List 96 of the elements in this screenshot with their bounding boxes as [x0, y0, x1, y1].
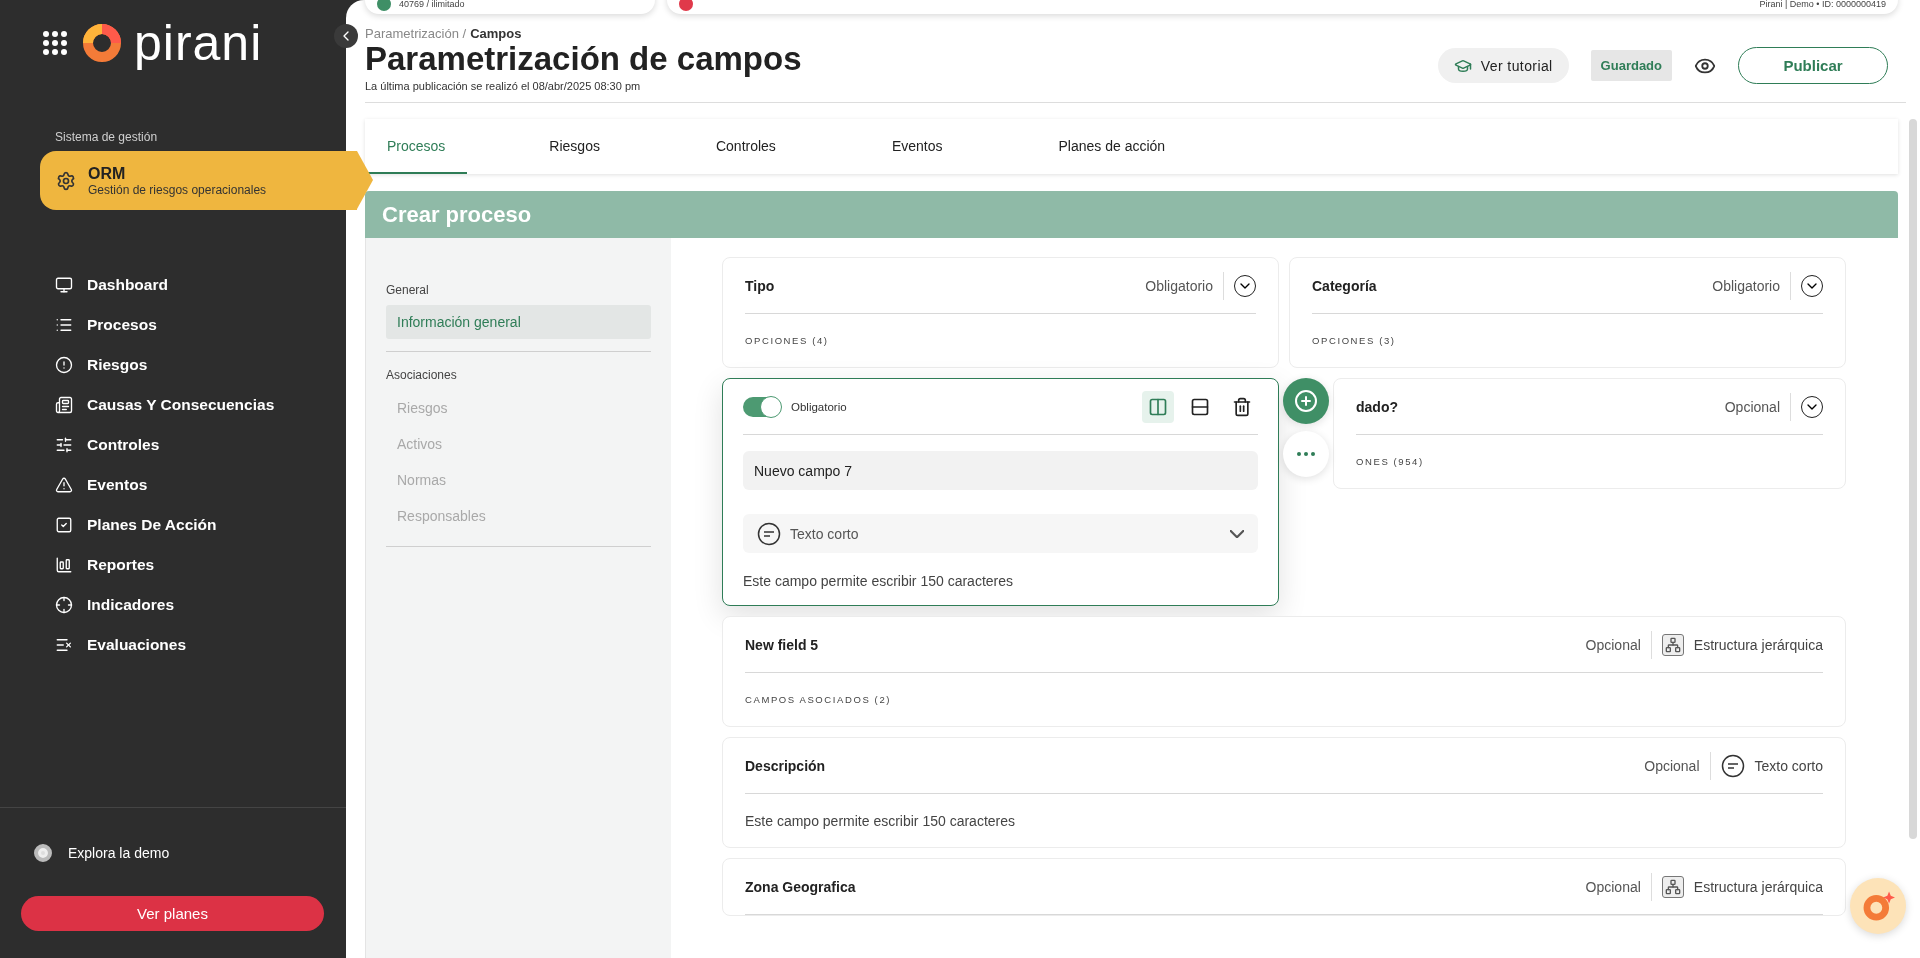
breadcrumb-current: Campos: [470, 26, 522, 41]
trash-icon: [1232, 396, 1252, 417]
section-title: Crear proceso: [365, 191, 1898, 239]
sidebar-item[interactable]: Eventos: [55, 465, 346, 505]
field-card[interactable]: Descripción Opcional Texto corto Este campo permite escribir 150 caracteres: [722, 737, 1846, 849]
saved-status: Guardado: [1590, 50, 1672, 82]
status-dot: [377, 0, 391, 11]
sidebar-item[interactable]: Indicadores: [55, 585, 346, 625]
toggle-label: Obligatorio: [791, 400, 847, 413]
field-name: Tipo: [745, 277, 775, 294]
hierarchy-icon: [1661, 875, 1684, 898]
monitor-icon: [55, 276, 73, 294]
add-icon: [1294, 389, 1318, 414]
requirement-label: Opcional: [1585, 630, 1652, 659]
required-toggle[interactable]: [743, 396, 781, 417]
field-name: New field 5: [745, 636, 819, 653]
field-hint: Este campo permite escribir 150 caracteres: [743, 573, 1014, 590]
short-text-icon: [1720, 753, 1745, 778]
tab[interactable]: Planes de acción: [1036, 119, 1188, 175]
field-detail: OPCIONES (3): [1312, 334, 1397, 349]
gear-icon: [56, 170, 76, 191]
apps-grid-icon[interactable]: [42, 30, 68, 56]
type-label: Estructura jerárquica: [1693, 636, 1823, 653]
requirement-label: Opcional: [1644, 751, 1711, 780]
status-dot: [679, 0, 693, 11]
field-name: dado?: [1356, 398, 1398, 415]
plans-button[interactable]: Ver planes: [21, 896, 324, 931]
sliders-icon: [55, 436, 73, 454]
tab[interactable]: Eventos: [869, 119, 965, 175]
sidebar-item[interactable]: Procesos: [55, 305, 346, 345]
sidebar-item[interactable]: Dashboard: [55, 265, 346, 305]
requirement-label: Opcional: [1585, 872, 1652, 901]
checkbox-icon: [55, 516, 73, 534]
field-detail: ONES (954): [1356, 455, 1425, 470]
page-subtitle: La última publicación se realizó el 08/abr/2025 08:30 pm: [365, 80, 642, 93]
account-label: Pirani | Demo • ID: 0000000419: [1759, 0, 1886, 9]
field-name-input[interactable]: Nuevo campo 7: [743, 451, 1258, 491]
page-title: Parametrización de campos: [365, 41, 802, 78]
type-label: Estructura jerárquica: [1693, 878, 1823, 895]
sidebar-item[interactable]: Planes De Acción: [55, 505, 346, 545]
field-card[interactable]: Tipo Obligatorio OPCIONES (4): [722, 257, 1279, 369]
tab[interactable]: Procesos: [365, 119, 468, 175]
warning-icon: [55, 476, 73, 494]
plan-usage: 40769 / ilimitado: [399, 0, 465, 9]
requirement-label: Opcional: [1724, 392, 1791, 421]
brand-name: pirani: [134, 18, 263, 68]
field-name: Descripción: [745, 757, 826, 774]
field-card[interactable]: New field 5 Opcional Estructura jerárquica CAMPOS ASOCIADOS (2): [722, 616, 1846, 728]
sidebar-item[interactable]: Riesgos: [55, 345, 346, 385]
field-card[interactable]: Zona Geografica Opcional Estructura jerárquica: [722, 858, 1846, 917]
tab[interactable]: Controles: [693, 119, 798, 175]
field-card[interactable]: Categoría Obligatorio OPCIONES (3): [1289, 257, 1846, 369]
sidebar-item[interactable]: Evaluaciones: [55, 625, 346, 665]
type-label: Texto corto: [1754, 757, 1823, 774]
radio-icon: [34, 844, 52, 862]
chevron-down-icon: [1230, 529, 1244, 538]
newspaper-icon: [55, 396, 73, 414]
field-name: Zona Geografica: [745, 878, 856, 895]
requirement-label: Obligatorio: [1712, 271, 1791, 300]
columns-button[interactable]: [1142, 390, 1174, 423]
field-detail: CAMPOS ASOCIADOS (2): [745, 693, 893, 708]
scrollbar-thumb[interactable]: [1909, 119, 1917, 839]
assistant-button[interactable]: [1850, 878, 1906, 934]
sidebar-item[interactable]: Causas Y Consecuencias: [55, 385, 346, 425]
sidebar-item[interactable]: Reportes: [55, 545, 346, 585]
collapse-button[interactable]: [334, 24, 358, 48]
more-icon: [1297, 452, 1315, 457]
form-nav-item[interactable]: Información general: [386, 305, 651, 340]
field-detail: OPCIONES (4): [745, 334, 830, 349]
field-card[interactable]: dado? Opcional ONES (954): [1333, 378, 1846, 490]
logo-ring-icon: [82, 23, 122, 63]
requirement-label: Obligatorio: [1145, 271, 1224, 300]
type-select[interactable]: Texto corto: [743, 514, 1258, 554]
publish-button[interactable]: Publicar: [1738, 47, 1888, 85]
rows-icon: [1190, 396, 1210, 417]
columns-icon: [1148, 396, 1168, 417]
list-x-icon: [55, 636, 73, 654]
section-label: Sistema de gestión: [55, 130, 159, 144]
hierarchy-icon: [1661, 633, 1684, 656]
tutorial-button[interactable]: Ver tutorial: [1437, 48, 1569, 84]
bar-chart-icon: [55, 556, 73, 574]
tab[interactable]: Riesgos: [527, 119, 622, 175]
nav-heading: Asociaciones: [386, 368, 458, 383]
alert-circle-icon: [55, 356, 73, 374]
crosshair-icon: [55, 596, 73, 614]
demo-link[interactable]: Explora la demo: [34, 844, 346, 862]
add-field-button[interactable]: [1283, 378, 1329, 425]
field-name: Categoría: [1312, 277, 1377, 294]
nav-heading: General: [386, 283, 430, 298]
short-text-icon: [757, 521, 781, 546]
list-icon: [55, 316, 73, 334]
breadcrumb-link[interactable]: Parametrización /: [365, 26, 467, 41]
field-detail: Este campo permite escribir 150 caracteres: [745, 811, 1016, 831]
module-title: ORM: [88, 164, 127, 183]
module-subtitle: Gestión de riesgos operacionales: [88, 182, 267, 197]
sidebar-item[interactable]: Controles: [55, 425, 346, 465]
